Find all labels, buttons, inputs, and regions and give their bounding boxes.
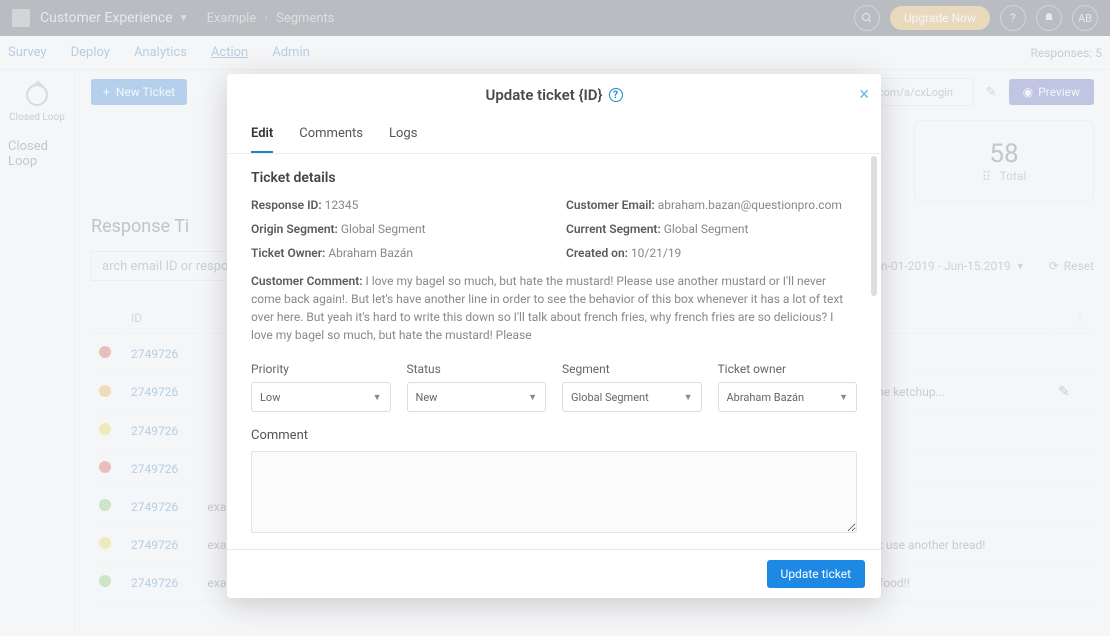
- current-segment-value: Global Segment: [664, 222, 749, 236]
- ticket-owner-label: Ticket Owner:: [251, 246, 325, 260]
- ticket-owner-field-label: Ticket owner: [718, 362, 858, 376]
- segment-select[interactable]: Global Segment ▼: [562, 382, 702, 412]
- origin-segment-value: Global Segment: [341, 222, 426, 236]
- chevron-down-icon: ▼: [839, 392, 848, 403]
- chevron-down-icon: ▼: [684, 392, 693, 403]
- customer-comment-label: Customer Comment:: [251, 274, 363, 288]
- chevron-down-icon: ▼: [528, 392, 537, 403]
- created-on-label: Created on:: [566, 246, 628, 260]
- status-select[interactable]: New ▼: [407, 382, 547, 412]
- customer-email-value: abraham.bazan@questionpro.com: [658, 198, 842, 212]
- update-ticket-button[interactable]: Update ticket: [767, 560, 865, 588]
- comment-textarea[interactable]: [251, 451, 857, 533]
- tab-comments[interactable]: Comments: [299, 116, 363, 153]
- tab-logs[interactable]: Logs: [389, 116, 417, 153]
- response-id-value: 12345: [325, 198, 359, 212]
- response-id-label: Response ID:: [251, 198, 322, 212]
- customer-email-label: Customer Email:: [566, 198, 655, 212]
- origin-segment-label: Origin Segment:: [251, 222, 338, 236]
- comment-field-label: Comment: [251, 428, 857, 443]
- chevron-down-icon: ▼: [373, 392, 382, 403]
- scrollbar[interactable]: [871, 156, 877, 296]
- update-ticket-modal: Update ticket {ID} ? × Edit Comments Log…: [227, 74, 881, 598]
- modal-title: Update ticket {ID}: [485, 86, 602, 104]
- segment-label: Segment: [562, 362, 702, 376]
- created-on-value: 10/21/19: [631, 246, 681, 260]
- status-value: New: [416, 391, 438, 404]
- segment-value: Global Segment: [571, 391, 649, 404]
- current-segment-label: Current Segment:: [566, 222, 661, 236]
- tab-edit[interactable]: Edit: [251, 116, 273, 153]
- priority-value: Low: [260, 391, 280, 404]
- priority-label: Priority: [251, 362, 391, 376]
- ticket-owner-sel-value: Abraham Bazán: [727, 391, 805, 404]
- ticket-details-heading: Ticket details: [251, 170, 857, 186]
- ticket-owner-value: Abraham Bazán: [328, 246, 413, 260]
- help-icon[interactable]: ?: [609, 88, 623, 102]
- ticket-owner-select[interactable]: Abraham Bazán ▼: [718, 382, 858, 412]
- close-icon[interactable]: ×: [859, 84, 869, 105]
- priority-select[interactable]: Low ▼: [251, 382, 391, 412]
- status-label: Status: [407, 362, 547, 376]
